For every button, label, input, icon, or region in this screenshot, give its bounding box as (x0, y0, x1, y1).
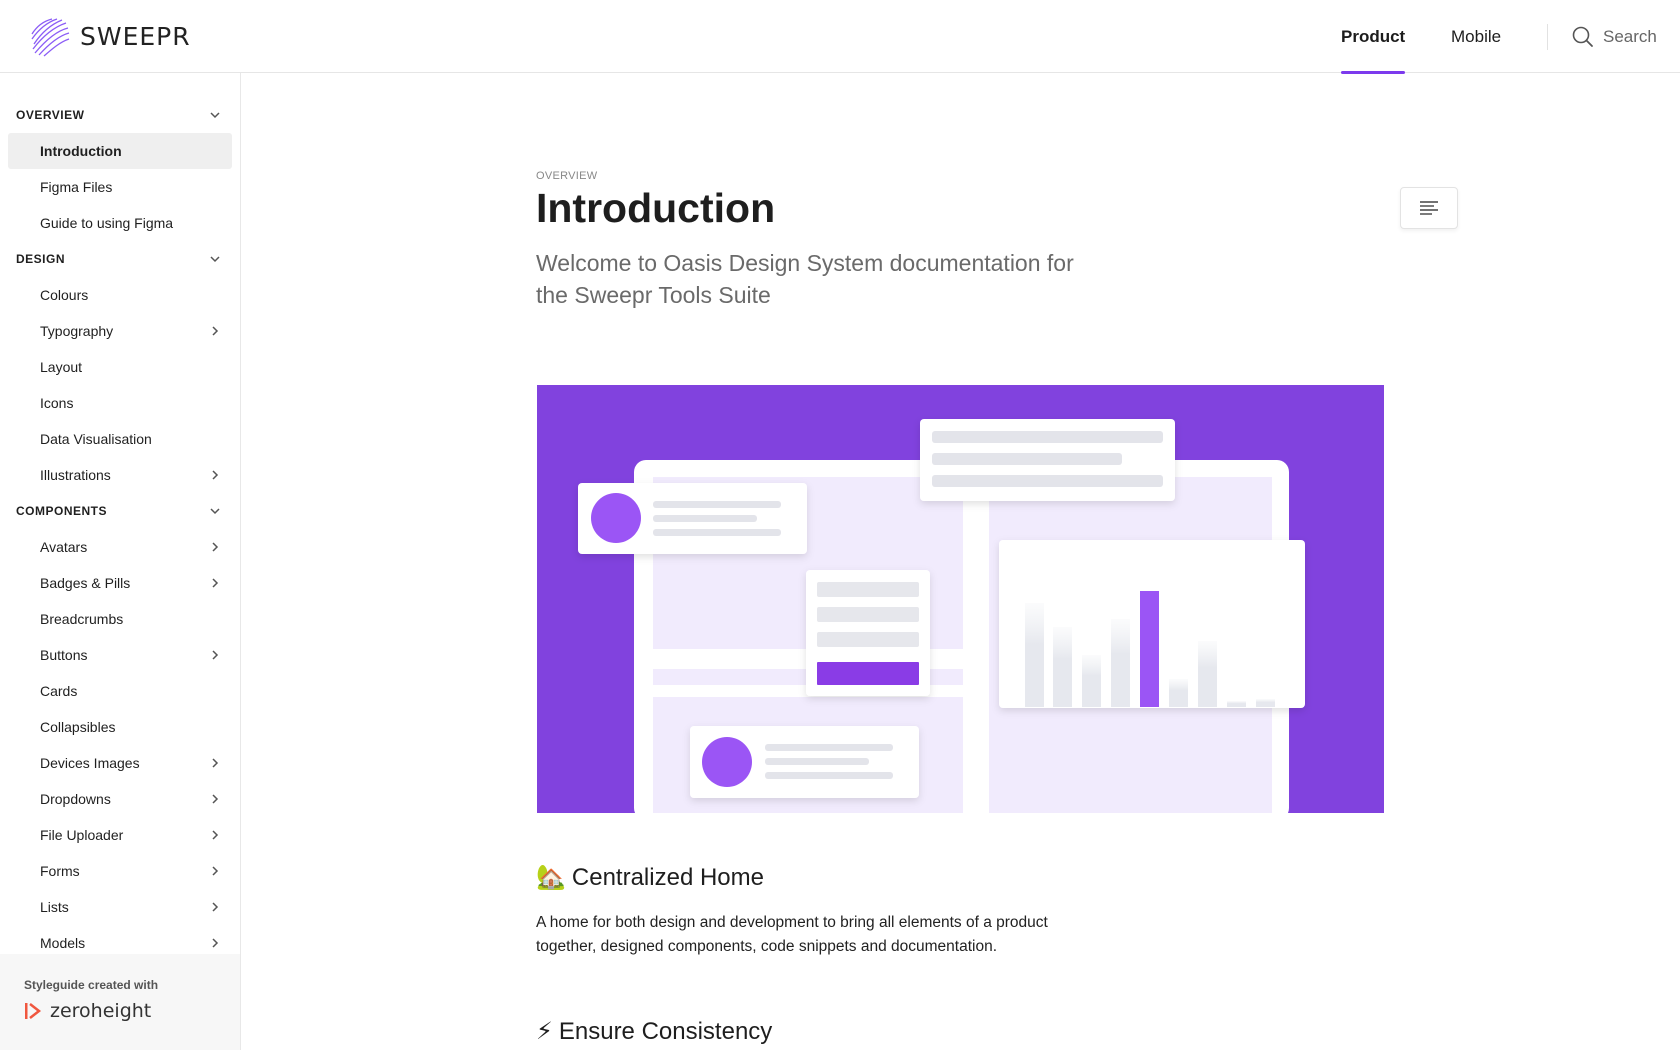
section-heading-text: Centralized Home (571, 863, 764, 891)
sidebar-footer: Styleguide created with zeroheight (0, 954, 240, 1050)
top-header: SWEEPR Product Mobile Search (0, 0, 1680, 74)
sidebar-item-label: Forms (40, 863, 80, 879)
sidebar-item-dropdowns[interactable]: Dropdowns (8, 781, 232, 817)
sidebar-item-label: Figma Files (40, 179, 113, 195)
sidebar-item-label: File Uploader (40, 827, 124, 843)
sidebar-group-label: OVERVIEW (16, 108, 85, 122)
sidebar-item-label: Devices Images (40, 755, 140, 771)
chevron-right-icon (212, 794, 219, 804)
search-button[interactable]: Search (1572, 0, 1657, 73)
chevron-right-icon (212, 866, 219, 876)
sidebar-item-label: Icons (40, 395, 74, 411)
section-heading-ensure-consistency: ⚡ Ensure Consistency (536, 1017, 772, 1046)
chevron-down-icon (210, 508, 220, 515)
header-divider (1547, 24, 1548, 50)
zeroheight-link[interactable]: zeroheight (24, 1000, 240, 1022)
hero-illustration (537, 385, 1384, 813)
chevron-right-icon (212, 758, 219, 768)
sidebar: OVERVIEW Introduction Figma Files Guide … (0, 73, 241, 1050)
sidebar-item-label: Models (40, 935, 86, 951)
sidebar-item-lists[interactable]: Lists (8, 889, 232, 925)
sidebar-item-label: Dropdowns (40, 791, 111, 807)
sidebar-item-colours[interactable]: Colours (8, 277, 232, 313)
sidebar-item-label: Breadcrumbs (40, 611, 124, 627)
tab-mobile[interactable]: Mobile (1451, 0, 1501, 73)
sidebar-item-icons[interactable]: Icons (8, 385, 232, 421)
sidebar-item-label: Introduction (40, 143, 122, 159)
search-label: Search (1603, 26, 1657, 46)
footer-credit-label: Styleguide created with (24, 978, 159, 992)
page-subtitle: Welcome to Oasis Design System documenta… (536, 250, 1074, 308)
main-content: OVERVIEW Introduction Welcome to Oasis D… (241, 73, 1680, 1050)
sidebar-item-buttons[interactable]: Buttons (8, 637, 232, 673)
chevron-right-icon (212, 902, 219, 912)
tab-product[interactable]: Product (1341, 0, 1406, 74)
sidebar-item-label: Avatars (40, 539, 88, 555)
sidebar-item-label: Layout (40, 359, 83, 375)
chevron-right-icon (212, 542, 219, 552)
sidebar-item-label: Lists (40, 899, 69, 915)
sidebar-item-layout[interactable]: Layout (8, 349, 232, 385)
chevron-right-icon (212, 830, 219, 840)
chevron-right-icon (212, 578, 219, 588)
sidebar-item-illustrations[interactable]: Illustrations (8, 457, 232, 493)
chevron-right-icon (212, 326, 219, 336)
sidebar-group-components[interactable]: COMPONENTS (0, 493, 240, 529)
sweepr-logo-icon (31, 18, 70, 57)
chevron-right-icon (212, 650, 219, 660)
lightning-icon: ⚡ (536, 1018, 553, 1045)
chevron-down-icon (210, 256, 220, 263)
chevron-right-icon (212, 470, 219, 480)
search-icon (1572, 26, 1593, 47)
sidebar-item-label: Guide to using Figma (40, 215, 174, 231)
sidebar-item-label: Cards (40, 683, 78, 699)
zeroheight-brand: zeroheight (50, 1000, 152, 1022)
sidebar-item-label: Buttons (40, 647, 88, 663)
zeroheight-logo-icon (25, 1003, 42, 1019)
sidebar-item-figma-files[interactable]: Figma Files (8, 169, 232, 205)
sidebar-item-avatars[interactable]: Avatars (8, 529, 232, 565)
sidebar-group-label: COMPONENTS (16, 504, 108, 518)
sidebar-item-badges-pills[interactable]: Badges & Pills (8, 565, 232, 601)
sidebar-item-introduction[interactable]: Introduction (8, 133, 232, 169)
sidebar-item-label: Typography (40, 323, 114, 339)
brand-name: SWEEPR (80, 21, 191, 51)
sidebar-nav[interactable]: OVERVIEW Introduction Figma Files Guide … (0, 73, 240, 953)
sidebar-item-label: Data Visualisation (40, 431, 152, 447)
sidebar-item-label: Collapsibles (40, 719, 116, 735)
sidebar-group-label: DESIGN (16, 252, 66, 266)
sidebar-item-collapsibles[interactable]: Collapsibles (8, 709, 232, 745)
sidebar-item-forms[interactable]: Forms (8, 853, 232, 889)
sidebar-group-design[interactable]: DESIGN (0, 241, 240, 277)
sidebar-group-overview[interactable]: OVERVIEW (0, 97, 240, 133)
sidebar-item-cards[interactable]: Cards (8, 673, 232, 709)
table-of-contents-button[interactable] (1400, 187, 1458, 229)
sidebar-item-label: Illustrations (40, 467, 111, 483)
section-heading-centralized-home: 🏡 Centralized Home (536, 863, 764, 892)
align-left-icon (1420, 201, 1438, 215)
sidebar-item-file-uploader[interactable]: File Uploader (8, 817, 232, 853)
house-with-garden-icon: 🏡 (536, 864, 566, 891)
section-heading-text: Ensure Consistency (558, 1017, 773, 1045)
page-title: Introduction (536, 185, 776, 231)
sidebar-item-typography[interactable]: Typography (8, 313, 232, 349)
sidebar-item-label: Badges & Pills (40, 575, 131, 591)
sidebar-item-data-visualisation[interactable]: Data Visualisation (8, 421, 232, 457)
section-body-centralized-home: A home for both design and development t… (536, 914, 1048, 955)
sidebar-item-breadcrumbs[interactable]: Breadcrumbs (8, 601, 232, 637)
brand-logo[interactable]: SWEEPR (28, 14, 191, 58)
page-eyebrow: OVERVIEW (536, 170, 598, 182)
sidebar-item-guide-to-using-figma[interactable]: Guide to using Figma (8, 205, 232, 241)
sidebar-item-models[interactable]: Models (8, 925, 232, 953)
sidebar-item-devices-images[interactable]: Devices Images (8, 745, 232, 781)
sidebar-item-label: Colours (40, 287, 89, 303)
chevron-right-icon (212, 938, 219, 948)
chevron-down-icon (210, 112, 220, 119)
